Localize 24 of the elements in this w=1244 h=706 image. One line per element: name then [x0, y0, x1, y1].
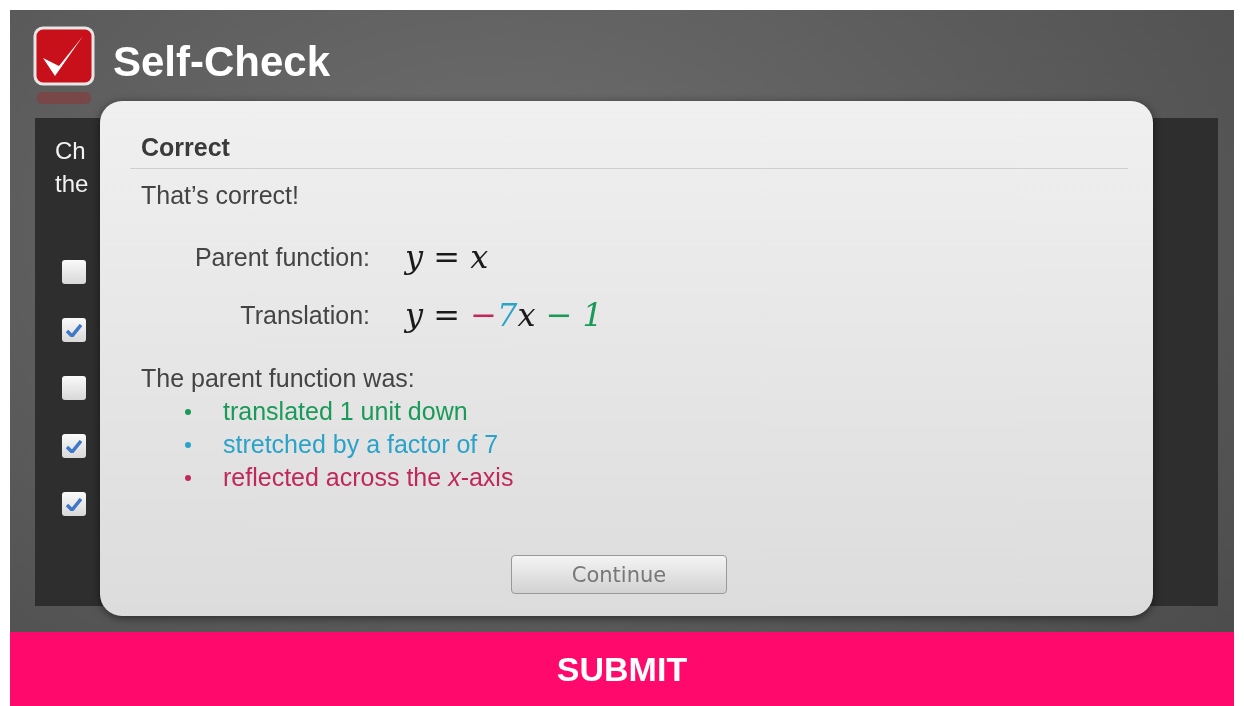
- checkbox[interactable]: [62, 260, 86, 284]
- checkmark-icon: [66, 439, 82, 453]
- bullet-text: stretched by a factor of 7: [223, 430, 499, 459]
- checkbox[interactable]: [62, 434, 86, 458]
- checkmark-icon: [66, 497, 82, 511]
- question-text: Ch: [55, 136, 86, 166]
- summary-text: The parent function was:: [141, 364, 416, 393]
- page-title: Self-Check: [113, 38, 331, 86]
- question-text: the: [55, 169, 89, 199]
- submit-button[interactable]: SUBMIT: [10, 632, 1234, 706]
- dialog-title: Correct: [130, 133, 1128, 169]
- checkmark-logo-icon: [33, 26, 95, 106]
- feedback-message: That’s correct!: [141, 181, 300, 210]
- continue-button[interactable]: Continue: [511, 555, 727, 594]
- checkbox[interactable]: [62, 376, 86, 400]
- equation: y = x: [405, 238, 490, 276]
- checkbox[interactable]: [62, 492, 86, 516]
- checkmark-icon: [66, 323, 82, 337]
- checkbox[interactable]: [62, 318, 86, 342]
- bullet-text: reflected across the x-axis: [223, 463, 514, 492]
- equation-label: Translation:: [240, 300, 370, 330]
- equation: y = −7x − 1: [405, 296, 604, 334]
- equation-label: Parent function:: [194, 242, 370, 272]
- bullet-text: translated 1 unit down: [223, 397, 468, 426]
